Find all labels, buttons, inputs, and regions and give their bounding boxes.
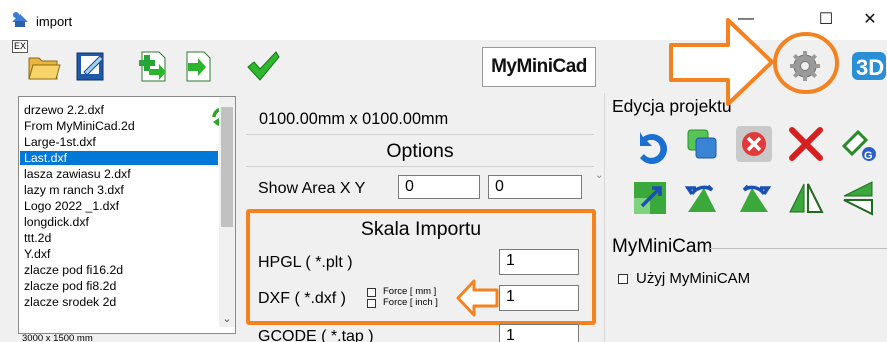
size-label: 0100.00mm x 0100.00mm xyxy=(259,110,449,128)
undo-button[interactable] xyxy=(628,122,672,166)
scroll-down-icon[interactable]: ⌄ xyxy=(221,311,233,327)
open-folder-icon xyxy=(28,57,61,80)
svg-text:G: G xyxy=(864,150,873,162)
myminicam-title: MyMiniCam xyxy=(612,236,713,257)
group-line xyxy=(710,248,887,249)
rotate-left-icon xyxy=(684,184,716,212)
list-item[interactable]: zlacze pod fi8.2d xyxy=(22,279,118,293)
file-list[interactable]: drzewo 2.2.dxf From MyMiniCad.2d Large-1… xyxy=(18,96,236,334)
list-item[interactable]: Logo 2022 _1.dxf xyxy=(22,199,121,213)
rotate-left-button[interactable] xyxy=(680,176,724,220)
canvas-dimensions-label: 3000 x 1500 mm xyxy=(22,333,93,342)
minimize-icon: — xyxy=(738,10,754,27)
edit-document-icon xyxy=(76,52,104,81)
dxf-scale-input[interactable]: 1 xyxy=(499,285,579,311)
use-myminicam-label: Użyj MyMiniCAM xyxy=(636,270,751,287)
edit-project-title: Edycja projektu xyxy=(612,96,732,116)
delete-circle-icon xyxy=(736,126,772,162)
scale-import-title: Skala Importu xyxy=(360,218,482,240)
rotate-group-icon: G xyxy=(841,129,876,162)
3d-view-icon: 3D xyxy=(852,52,886,80)
panel-divider xyxy=(604,93,605,342)
rotate-right-icon xyxy=(740,184,772,212)
add-file-button[interactable] xyxy=(133,46,173,86)
panel-resize-handle[interactable]: ⌄ xyxy=(595,170,603,181)
close-button[interactable]: ✕ xyxy=(853,6,887,32)
divider xyxy=(246,166,594,167)
delete-button[interactable] xyxy=(732,122,776,166)
list-item[interactable]: longdick.dxf xyxy=(22,215,91,229)
mirror-horizontal-icon xyxy=(843,181,873,216)
app-icon xyxy=(12,12,28,27)
show-area-y-input[interactable]: 0 xyxy=(488,175,582,199)
force-inch-checkbox[interactable] xyxy=(367,299,376,308)
list-item[interactable]: zlacze pod fi16.2d xyxy=(22,263,125,277)
import-file-icon xyxy=(186,51,211,82)
mirror-vertical-icon xyxy=(789,183,824,213)
divider xyxy=(246,134,594,135)
force-mm-checkbox[interactable] xyxy=(367,288,376,297)
copy-icon xyxy=(687,129,717,159)
import-file-button[interactable] xyxy=(178,46,218,86)
checkmark-icon xyxy=(247,51,280,81)
show-area-label: Show Area X Y xyxy=(258,180,366,197)
settings-button[interactable] xyxy=(785,46,825,86)
list-item[interactable]: Large-1st.dxf xyxy=(22,135,98,149)
settings-gear-icon xyxy=(790,51,820,81)
list-item[interactable]: Y.dxf xyxy=(22,247,52,261)
logo-text: MyMiniCad xyxy=(491,56,587,77)
window-title: import xyxy=(36,14,73,29)
confirm-button[interactable] xyxy=(243,46,283,86)
gcode-label: GCODE ( *.tap ) xyxy=(258,328,374,342)
rotate-right-button[interactable] xyxy=(732,176,776,220)
mymincad-logo[interactable]: MyMiniCad xyxy=(482,47,596,87)
list-item[interactable]: drzewo 2.2.dxf xyxy=(22,103,106,117)
add-file-icon xyxy=(139,51,166,82)
scale-icon xyxy=(634,182,666,214)
dxf-label: DXF ( *.dxf ) xyxy=(258,290,347,307)
maximize-icon: ☐ xyxy=(818,11,834,28)
title-bar: import — ☐ ✕ xyxy=(0,0,887,40)
undo-icon xyxy=(640,132,667,164)
open-button[interactable] xyxy=(24,46,64,86)
hpgl-scale-input[interactable]: 1 xyxy=(499,249,579,275)
show-area-x-input[interactable]: 0 xyxy=(398,175,480,199)
hpgl-label: HPGL ( *.plt ) xyxy=(258,254,353,271)
edit-button[interactable] xyxy=(70,46,110,86)
mirror-horizontal-button[interactable] xyxy=(836,176,880,220)
list-item[interactable]: lasza zawiasu 2.dxf xyxy=(22,167,133,181)
force-inch-label: Force [ inch ] xyxy=(383,297,438,308)
cut-x-icon xyxy=(789,127,823,161)
minimize-button[interactable]: — xyxy=(729,6,763,32)
group-rotate-button[interactable]: G xyxy=(836,122,880,166)
close-icon: ✕ xyxy=(863,11,877,28)
copy-button[interactable] xyxy=(680,122,724,166)
force-mm-label: Force [ mm ] xyxy=(383,286,437,297)
list-item[interactable]: From MyMiniCad.2d xyxy=(22,119,137,133)
3d-view-button[interactable]: 3D xyxy=(849,46,887,86)
file-list-scrollbar[interactable]: ⌄ xyxy=(219,97,235,327)
scrollbar-thumb[interactable] xyxy=(221,107,233,227)
cut-button[interactable] xyxy=(784,122,828,166)
scale-button[interactable] xyxy=(628,176,672,220)
list-item-selected[interactable]: Last.dxf xyxy=(20,151,218,165)
options-title: Options xyxy=(386,140,454,162)
use-myminicam-checkbox[interactable] xyxy=(618,274,628,284)
svg-text:3D: 3D xyxy=(856,55,884,80)
mirror-vertical-button[interactable] xyxy=(784,176,828,220)
gcode-scale-input[interactable]: 1 xyxy=(499,324,579,342)
list-item[interactable]: zlacze srodek 2d xyxy=(22,295,118,309)
maximize-button[interactable]: ☐ xyxy=(809,6,843,32)
list-item[interactable]: lazy m ranch 3.dxf xyxy=(22,183,126,197)
list-item[interactable]: ttt.2d xyxy=(22,231,53,245)
